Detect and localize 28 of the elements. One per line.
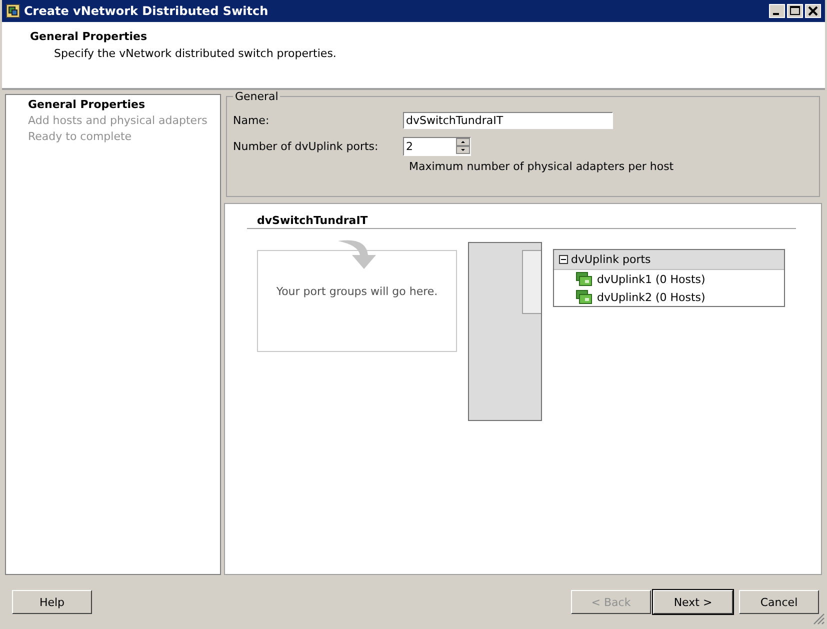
step-item[interactable]: General Properties — [28, 97, 220, 113]
resize-grip-icon[interactable] — [813, 613, 825, 625]
maximize-icon[interactable] — [787, 4, 803, 18]
field-label: Name: — [233, 114, 270, 126]
window-title: Create vNetwork Distributed Switch — [24, 4, 270, 18]
collapse-icon[interactable] — [559, 255, 568, 264]
name-field[interactable]: dvSwitchTundraIT — [403, 112, 613, 128]
placeholder-text: Your port groups will go here. — [276, 285, 438, 300]
uplink-item[interactable]: dvUplink2 (0 Hosts) — [597, 290, 706, 304]
minimize-icon[interactable] — [769, 4, 785, 18]
uplink-item[interactable]: dvUplink1 (0 Hosts) — [597, 272, 706, 286]
dialog-button[interactable]: Help — [12, 590, 92, 614]
dialog-button[interactable]: Next > — [653, 590, 733, 614]
network-card-icon — [576, 272, 592, 286]
page-heading: General Properties — [30, 30, 148, 43]
group-label: General — [233, 90, 280, 103]
app-icon — [6, 4, 20, 18]
field-label: Number of dvUplink ports: — [233, 140, 380, 152]
switch-port — [522, 250, 541, 314]
close-icon[interactable] — [805, 4, 821, 18]
network-card-icon — [576, 290, 592, 304]
field-hint: Maximum number of physical adapters per host — [409, 160, 675, 173]
dialog-button[interactable]: Cancel — [739, 590, 819, 614]
switch-name: dvSwitchTundraIT — [247, 214, 796, 229]
ports-spinner[interactable]: 2 — [403, 136, 471, 156]
page-description: Specify the vNetwork distributed switch properties. — [54, 47, 338, 60]
spinner-arrows-icon[interactable] — [456, 138, 470, 154]
group-title: dvUplink ports — [571, 253, 651, 266]
